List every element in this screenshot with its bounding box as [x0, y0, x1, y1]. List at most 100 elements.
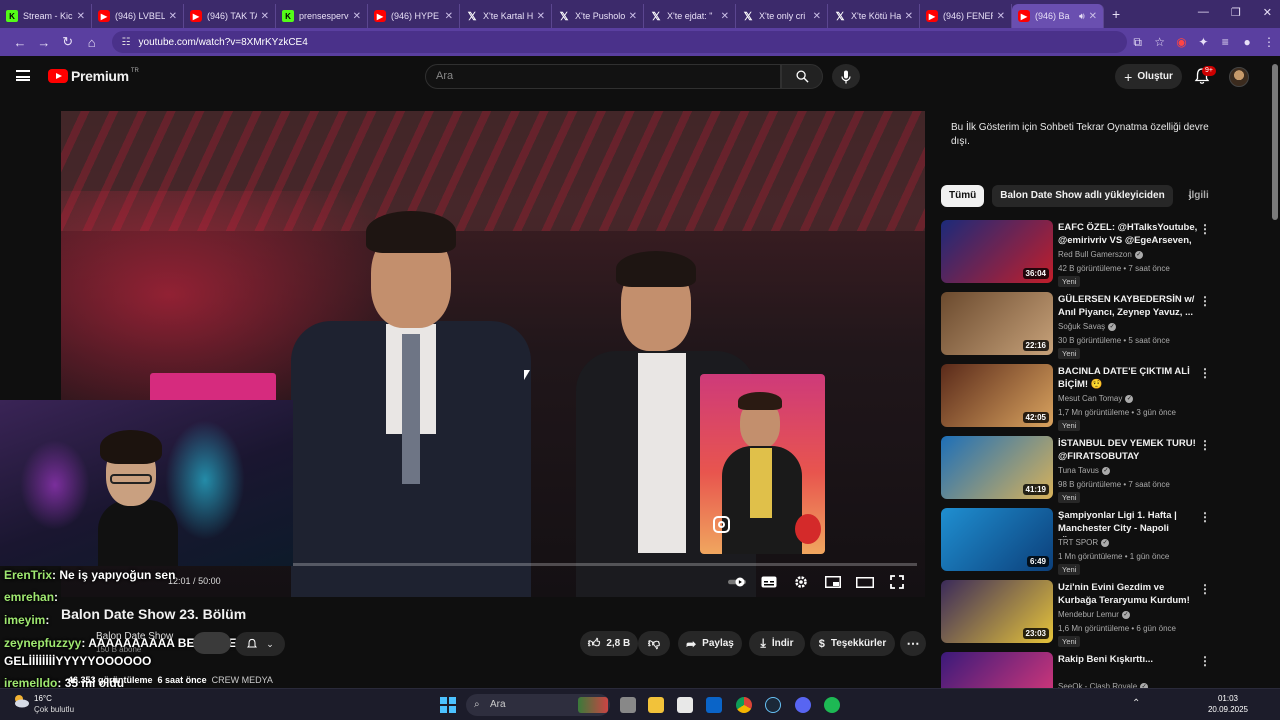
page-scrollbar[interactable] [1272, 64, 1278, 220]
tab-close-icon[interactable]: ✕ [813, 11, 821, 22]
video-thumbnail[interactable]: 6:49 [941, 508, 1053, 571]
new-tab-button[interactable]: + [1112, 6, 1120, 22]
recommended-channel[interactable]: Soğuk Savaş ✓ [1058, 322, 1117, 331]
subscribed-button[interactable] [193, 632, 231, 654]
browser-tab[interactable]: ▶ (946) TAK TA ✕ [184, 4, 276, 28]
recommended-video[interactable]: 22:16 GÜLERSEN KAYBEDERSİN w/ Anıl Piyanc… [941, 292, 1261, 359]
tab-close-icon[interactable]: ✕ [169, 11, 177, 22]
steam-icon[interactable] [765, 697, 781, 713]
more-vert-icon[interactable]: ⋮ [1199, 222, 1211, 236]
browser-tab[interactable]: 𝕏 X'te Kötü Ha ✕ [828, 4, 920, 28]
store-icon[interactable] [677, 697, 693, 713]
maximize-button[interactable]: ❐ [1231, 6, 1241, 19]
recommended-video[interactable]: 36:04 EAFC ÖZEL: @HTalksYoutube, @emirivr… [941, 220, 1261, 287]
outlook-icon[interactable] [706, 697, 722, 713]
hamburger-menu-icon[interactable] [16, 70, 30, 81]
voice-search-button[interactable] [832, 64, 860, 89]
more-vert-icon[interactable]: ⋮ [1199, 510, 1211, 524]
minimize-button[interactable]: — [1198, 6, 1209, 19]
browser-tab[interactable]: ▶ (946) LVBEL ✕ [92, 4, 184, 28]
more-vert-icon[interactable]: ⋮ [1199, 366, 1211, 380]
recommended-video[interactable]: 6:49 Şampiyonlar Ligi 1. Hafta | Manchest… [941, 508, 1261, 575]
spotify-icon[interactable] [824, 697, 840, 713]
task-view-icon[interactable] [620, 697, 636, 713]
tab-close-icon[interactable]: ✕ [721, 11, 729, 22]
create-button[interactable]: + Oluştur [1115, 64, 1182, 89]
video-tag[interactable]: CREW MEDYA [212, 675, 273, 685]
tray-chevron-up-icon[interactable]: ⌃ [1132, 698, 1140, 709]
tab-close-icon[interactable]: ✕ [629, 11, 637, 22]
back-button[interactable]: ← [8, 35, 32, 50]
video-thumbnail[interactable]: 42:05 [941, 364, 1053, 427]
recommended-title[interactable]: EAFC ÖZEL: @HTalksYoutube, @emirivriv VS… [1058, 221, 1198, 249]
browser-menu-icon[interactable]: ⋮ [1258, 35, 1280, 49]
video-thumbnail[interactable]: 22:16 [941, 292, 1053, 355]
dislike-button[interactable]: 👎︎ [638, 631, 670, 656]
install-app-icon[interactable]: ⧉ [1127, 35, 1149, 50]
notification-setting-button[interactable]: ⌄ [235, 632, 285, 656]
taskbar-app-game-icon[interactable] [578, 697, 608, 713]
recommended-channel[interactable]: Red Bull Gamerszon ✓ [1058, 250, 1143, 259]
forward-button[interactable]: → [32, 35, 56, 50]
extensions-icon[interactable]: ✦ [1192, 35, 1214, 49]
bookmark-star-icon[interactable]: ☆ [1149, 35, 1171, 49]
video-thumbnail[interactable] [941, 652, 1053, 688]
recommended-channel[interactable]: Mendebur Lemur ✓ [1058, 610, 1130, 619]
recommended-video[interactable]: 23:03 Uzi'nin Evini Gezdim ve Kurbağa Ter… [941, 580, 1261, 647]
tab-audio-icon[interactable]: 🔊︎ [1079, 11, 1085, 22]
download-button[interactable]: ⤓ İndir [749, 631, 805, 656]
site-info-icon[interactable]: ☷ [122, 37, 131, 48]
recommended-channel[interactable]: Mesut Can Tomay ✓ [1058, 394, 1134, 403]
more-vert-icon[interactable]: ⋮ [1199, 438, 1211, 452]
recommended-video[interactable]: 42:05 BACINLA DATE'E ÇIKTIM ALİ BİÇİM! 🤨 M… [941, 364, 1261, 431]
filter-chip[interactable]: İlgili [1181, 185, 1215, 207]
reload-button[interactable]: ↻ [56, 34, 80, 50]
extension-red-icon[interactable]: ◉ [1171, 35, 1193, 49]
recommended-channel[interactable]: TRT SPOR ✓ [1058, 538, 1110, 547]
browser-tab[interactable]: ▶ (946) HYPE ✕ [368, 4, 460, 28]
recommended-title[interactable]: Şampiyonlar Ligi 1. Hafta | Manchester C… [1058, 509, 1198, 537]
theater-mode-icon[interactable] [856, 575, 874, 589]
search-input[interactable]: Ara [425, 64, 781, 89]
recommended-title[interactable]: GÜLERSEN KAYBEDERSİN w/ Anıl Piyancı, Ze… [1058, 293, 1198, 319]
discord-icon[interactable] [795, 697, 811, 713]
miniplayer-icon[interactable] [824, 575, 842, 589]
autoplay-toggle[interactable] [728, 575, 746, 589]
more-vert-icon[interactable]: ⋮ [1199, 582, 1211, 596]
filter-chip[interactable]: Balon Date Show adlı yükleyiciden [992, 185, 1173, 207]
home-button[interactable]: ⌂ [80, 35, 104, 50]
fullscreen-icon[interactable] [888, 575, 906, 589]
recommended-title[interactable]: Uzi'nin Evini Gezdim ve Kurbağa Teraryum… [1058, 581, 1198, 609]
settings-gear-icon[interactable] [792, 575, 810, 589]
recommended-video[interactable]: Rakip Beni Kışkırttı... SeeOk - Clash Roy… [941, 652, 1261, 688]
profile-icon[interactable]: ● [1236, 35, 1258, 49]
tab-close-icon[interactable]: ✕ [353, 11, 361, 22]
tab-close-icon[interactable]: ✕ [445, 11, 453, 22]
browser-tab[interactable]: 𝕏 X'te Pusholo ✕ [552, 4, 644, 28]
channel-name[interactable]: Balon Date Show [96, 631, 173, 642]
video-thumbnail[interactable]: 36:04 [941, 220, 1053, 283]
browser-tab[interactable]: K Stream - Kick ✕ [0, 4, 92, 28]
chevron-right-icon[interactable]: › [1188, 190, 1192, 204]
url-field[interactable]: ☷ youtube.com/watch?v=8XMrKYzkCE4 [111, 31, 1127, 53]
recommended-title[interactable]: İSTANBUL DEV YEMEK TURU! @FIRATSOBUTAY [1058, 437, 1198, 463]
user-avatar[interactable] [1229, 67, 1249, 87]
tab-close-icon[interactable]: ✕ [997, 11, 1005, 22]
like-button[interactable]: 👍︎ 2,8 B [580, 631, 638, 656]
browser-tab[interactable]: Kprensesperve ✕ [276, 4, 368, 28]
tab-close-icon[interactable]: ✕ [1089, 11, 1097, 22]
tab-close-icon[interactable]: ✕ [261, 11, 269, 22]
tab-close-icon[interactable]: ✕ [905, 11, 913, 22]
youtube-premium-logo[interactable]: Premium TR [48, 68, 139, 84]
recommended-title[interactable]: Rakip Beni Kışkırttı... [1058, 653, 1198, 666]
recommended-video[interactable]: 41:19 İSTANBUL DEV YEMEK TURU! @FIRATSOBU… [941, 436, 1261, 503]
windows-start-icon[interactable] [440, 697, 456, 713]
file-explorer-icon[interactable] [648, 697, 664, 713]
browser-tab[interactable]: 𝕏 X'te ejdat: " ✕ [644, 4, 736, 28]
subtitles-icon[interactable] [760, 575, 778, 589]
tab-close-icon[interactable]: ✕ [537, 11, 545, 22]
close-window-button[interactable]: ✕ [1263, 6, 1272, 19]
chrome-icon[interactable] [736, 697, 752, 713]
cloud-weather-icon[interactable] [12, 694, 30, 708]
media-control-icon[interactable]: ≡ [1214, 35, 1236, 49]
